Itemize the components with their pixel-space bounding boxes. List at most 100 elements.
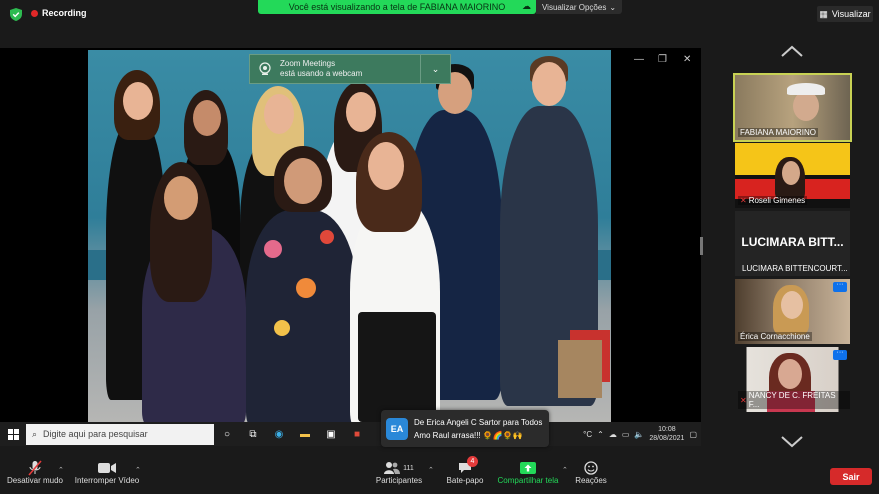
close-icon[interactable]: ✕: [683, 54, 691, 65]
cortana-icon[interactable]: ○: [214, 423, 240, 445]
reactions-label: Reações: [575, 476, 607, 485]
unmute-label: Desativar mudo: [6, 476, 64, 485]
hat: [787, 83, 825, 95]
more-options-icon[interactable]: ···: [833, 281, 847, 292]
participant-name: LUCIMARA BITTENCOURT...: [742, 264, 848, 273]
chevron-up-icon[interactable]: ⌃: [428, 466, 434, 474]
taskbar-clock[interactable]: 10:08 28/08/2021: [649, 425, 684, 443]
reactions-button[interactable]: Reações: [570, 460, 612, 485]
chevron-up-icon[interactable]: ⌃: [562, 466, 568, 474]
participant-tile[interactable]: ··· Érica Cornacchione: [735, 279, 850, 344]
person: [246, 210, 358, 422]
participant-tile[interactable]: LUCIMARA BITT... LUCIMARA BITTENCOURT...: [735, 211, 850, 276]
grid-icon: ▦: [819, 8, 828, 19]
share-screen-icon: [520, 460, 536, 476]
meeting-toolbar: Desativar mudo ⌃ Interromper Vídeo ⌃ 111…: [0, 456, 879, 494]
restore-icon[interactable]: ❐: [658, 54, 667, 65]
chat-header: De Erica Angeli C Sartor para Todos: [414, 417, 543, 427]
webcam-icon: [254, 58, 276, 80]
cloud-icon[interactable]: ☁: [609, 430, 617, 439]
record-dot-icon: [31, 9, 38, 17]
notification-icon[interactable]: ▢: [689, 430, 697, 439]
muted-microphone-icon: [28, 460, 42, 476]
scroll-up-icon[interactable]: [780, 44, 804, 58]
chevron-up-icon[interactable]: ⌃: [597, 430, 604, 439]
volume-icon[interactable]: 🔈: [634, 430, 644, 439]
recording-indicator[interactable]: Recording: [31, 8, 87, 18]
leave-meeting-button[interactable]: Sair: [830, 468, 872, 485]
dress-flower: [320, 230, 334, 244]
chevron-up-icon[interactable]: ⌃: [58, 466, 64, 474]
chat-button[interactable]: 4 Bate-papo: [442, 456, 488, 485]
chevron-up-icon[interactable]: ⌃: [135, 466, 141, 474]
video-camera-icon: [98, 460, 116, 476]
webcam-toast[interactable]: Zoom Meetings está usando a webcam ⌄: [249, 54, 451, 84]
share-screen-button[interactable]: Compartilhar tela: [496, 460, 560, 485]
cardboard-box: [558, 340, 602, 398]
participant-name: Érica Cornacchione: [738, 332, 812, 341]
participants-button[interactable]: 111 Participantes: [372, 460, 426, 485]
edge-icon[interactable]: ◉: [266, 423, 292, 445]
scroll-down-icon[interactable]: [780, 435, 804, 449]
system-tray: °C ⌃ ☁ ▭ 🔈 10:08 28/08/2021 ▢: [583, 422, 697, 446]
person-face: [164, 176, 198, 220]
chat-message: Amo Raul arrasa!!! 🌻🌈🌻🙌: [414, 430, 523, 440]
person-face: [193, 100, 221, 136]
person-face: [368, 142, 404, 190]
clock-time: 10:08: [658, 426, 676, 433]
more-options-icon[interactable]: ···: [833, 349, 847, 360]
dress-flower: [264, 240, 282, 258]
toast-subtitle: está usando a webcam: [280, 69, 363, 78]
participant-tile[interactable]: FABIANA MAIORINO: [733, 73, 852, 142]
splitter-handle[interactable]: [700, 237, 703, 255]
muted-mic-icon: ✕: [740, 196, 747, 205]
group-photo: [88, 50, 611, 422]
screen-share-banner: Você está visualizando a tela de FABIANA…: [258, 0, 536, 14]
share-screen-label: Compartilhar tela: [497, 476, 559, 485]
chat-icon: 4: [458, 456, 478, 476]
participants-count: 111: [403, 464, 414, 472]
person-face: [782, 161, 800, 185]
network-icon[interactable]: ▭: [622, 430, 630, 439]
search-icon: ⌕: [32, 428, 38, 439]
view-options-button[interactable]: Visualizar Opções ⌄: [536, 0, 622, 14]
task-view-icon[interactable]: ⧉: [240, 423, 266, 445]
toast-title: Zoom Meetings: [280, 59, 336, 68]
shield-icon[interactable]: [10, 8, 22, 21]
taskbar-search-input[interactable]: ⌕ Digite aqui para pesquisar: [26, 423, 214, 445]
person-face: [284, 158, 322, 204]
participant-tile[interactable]: ··· ✕ NANCY DE C. FREITAS F...: [735, 347, 850, 412]
participant-tile[interactable]: ✕ Roseli Gimenes: [735, 143, 850, 208]
cloud-icon: ☁: [522, 1, 531, 11]
windows-start-icon[interactable]: [0, 428, 26, 440]
person-face: [264, 94, 294, 134]
minimize-icon[interactable]: —: [634, 54, 644, 65]
participants-label: Participantes: [375, 476, 423, 485]
clock-date: 28/08/2021: [649, 435, 685, 442]
muted-mic-icon: ✕: [740, 395, 747, 405]
banner-text: Você está visualizando a tela de FABIANA…: [288, 2, 506, 12]
chevron-down-icon[interactable]: ⌄: [420, 55, 450, 83]
person-face: [778, 359, 802, 389]
file-explorer-icon[interactable]: ▬: [292, 423, 318, 445]
participants-icon: 111: [384, 460, 414, 476]
app-icon[interactable]: ■: [344, 423, 370, 445]
chevron-down-icon: ⌄: [609, 2, 617, 12]
unmute-button[interactable]: Desativar mudo: [6, 460, 64, 485]
person-face: [123, 82, 153, 120]
store-icon[interactable]: ▣: [318, 423, 344, 445]
stop-video-label: Interromper Vídeo: [74, 476, 140, 485]
stop-video-button[interactable]: Interromper Vídeo: [72, 460, 142, 485]
dress-flower: [296, 278, 316, 298]
top-bar: Recording Você está visualizando a tela …: [0, 0, 879, 28]
view-layout-button[interactable]: ▦ Visualizar: [817, 6, 873, 22]
chat-notification[interactable]: EA De Erica Angeli C Sartor para Todos A…: [381, 410, 549, 447]
participant-name: ✕ NANCY DE C. FREITAS F...: [738, 391, 850, 409]
person-face: [532, 62, 566, 106]
participant-name: ✕ Roseli Gimenes: [738, 196, 808, 205]
person-skirt: [358, 312, 436, 422]
person-face: [781, 291, 803, 319]
search-placeholder: Digite aqui para pesquisar: [43, 429, 148, 439]
person-face: [793, 91, 819, 121]
chat-badge: 4: [467, 456, 478, 467]
